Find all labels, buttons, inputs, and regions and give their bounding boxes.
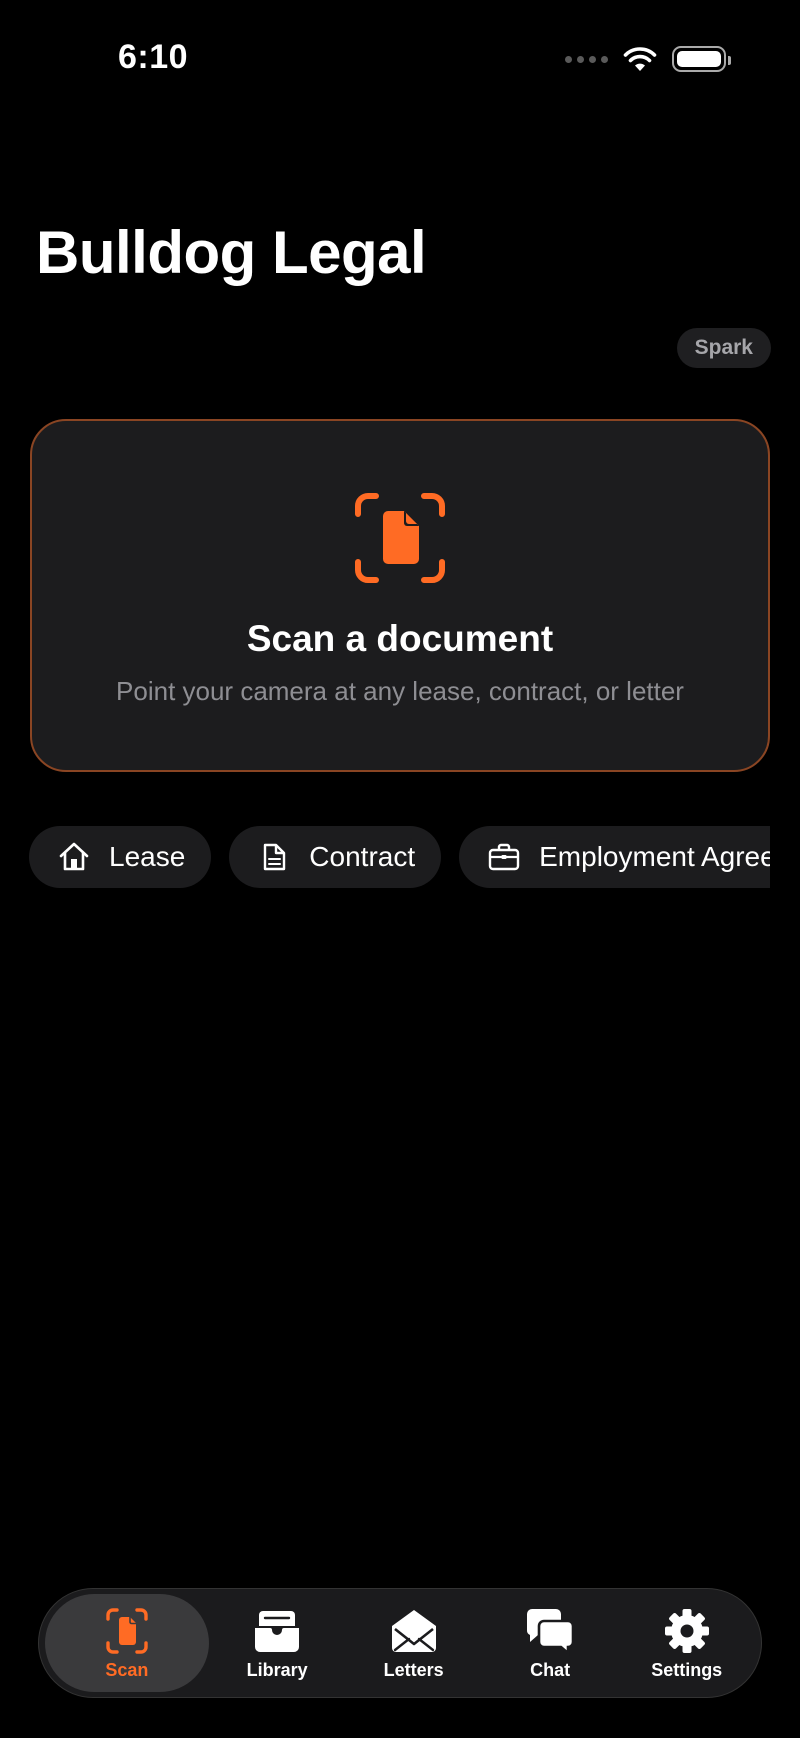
battery-icon <box>672 46 731 72</box>
tab-label: Library <box>246 1659 308 1680</box>
scan-document-card[interactable]: Scan a document Point your camera at any… <box>30 419 770 772</box>
plan-badge: Spark <box>676 328 771 368</box>
envelope-icon <box>391 1609 436 1652</box>
chip-lease[interactable]: Lease <box>29 826 212 888</box>
tray-icon <box>255 1610 300 1652</box>
tab-library[interactable]: Library <box>209 1594 346 1692</box>
document-icon <box>264 843 286 871</box>
scan-card-title: Scan a document <box>246 618 554 659</box>
tab-bar: Scan Library Letters Chat Settings <box>38 1588 762 1698</box>
tab-chat[interactable]: Chat <box>482 1594 619 1692</box>
gear-icon <box>664 1608 709 1653</box>
status-indicators <box>565 40 731 78</box>
page-title: Bulldog Legal <box>36 219 427 286</box>
chip-label: Employment Agreement <box>539 841 770 872</box>
tab-label: Letters <box>383 1659 444 1680</box>
chat-bubbles-icon <box>527 1608 575 1656</box>
tab-label: Chat <box>530 1659 571 1680</box>
tab-scan[interactable]: Scan <box>45 1594 209 1692</box>
house-icon <box>59 842 89 871</box>
scan-card-subtitle: Point your camera at any lease, contract… <box>116 676 684 706</box>
chip-contract[interactable]: Contract <box>229 826 442 888</box>
tab-label: Scan <box>105 1659 149 1680</box>
doc-viewfinder-icon <box>106 1607 148 1654</box>
tab-label: Settings <box>651 1659 723 1680</box>
tab-letters[interactable]: Letters <box>345 1594 482 1692</box>
document-type-chips[interactable]: Lease Contract Employment Agreement <box>29 826 770 888</box>
chip-employment-agreement[interactable]: Employment Agreement <box>459 826 770 888</box>
wifi-icon <box>623 47 657 71</box>
doc-viewfinder-icon <box>355 493 445 583</box>
cellular-signal-icon <box>565 55 608 63</box>
status-time: 6:10 <box>118 38 189 76</box>
tab-settings[interactable]: Settings <box>618 1594 755 1692</box>
briefcase-icon <box>488 843 520 871</box>
chip-label: Contract <box>309 841 416 872</box>
chip-label: Lease <box>109 841 186 872</box>
